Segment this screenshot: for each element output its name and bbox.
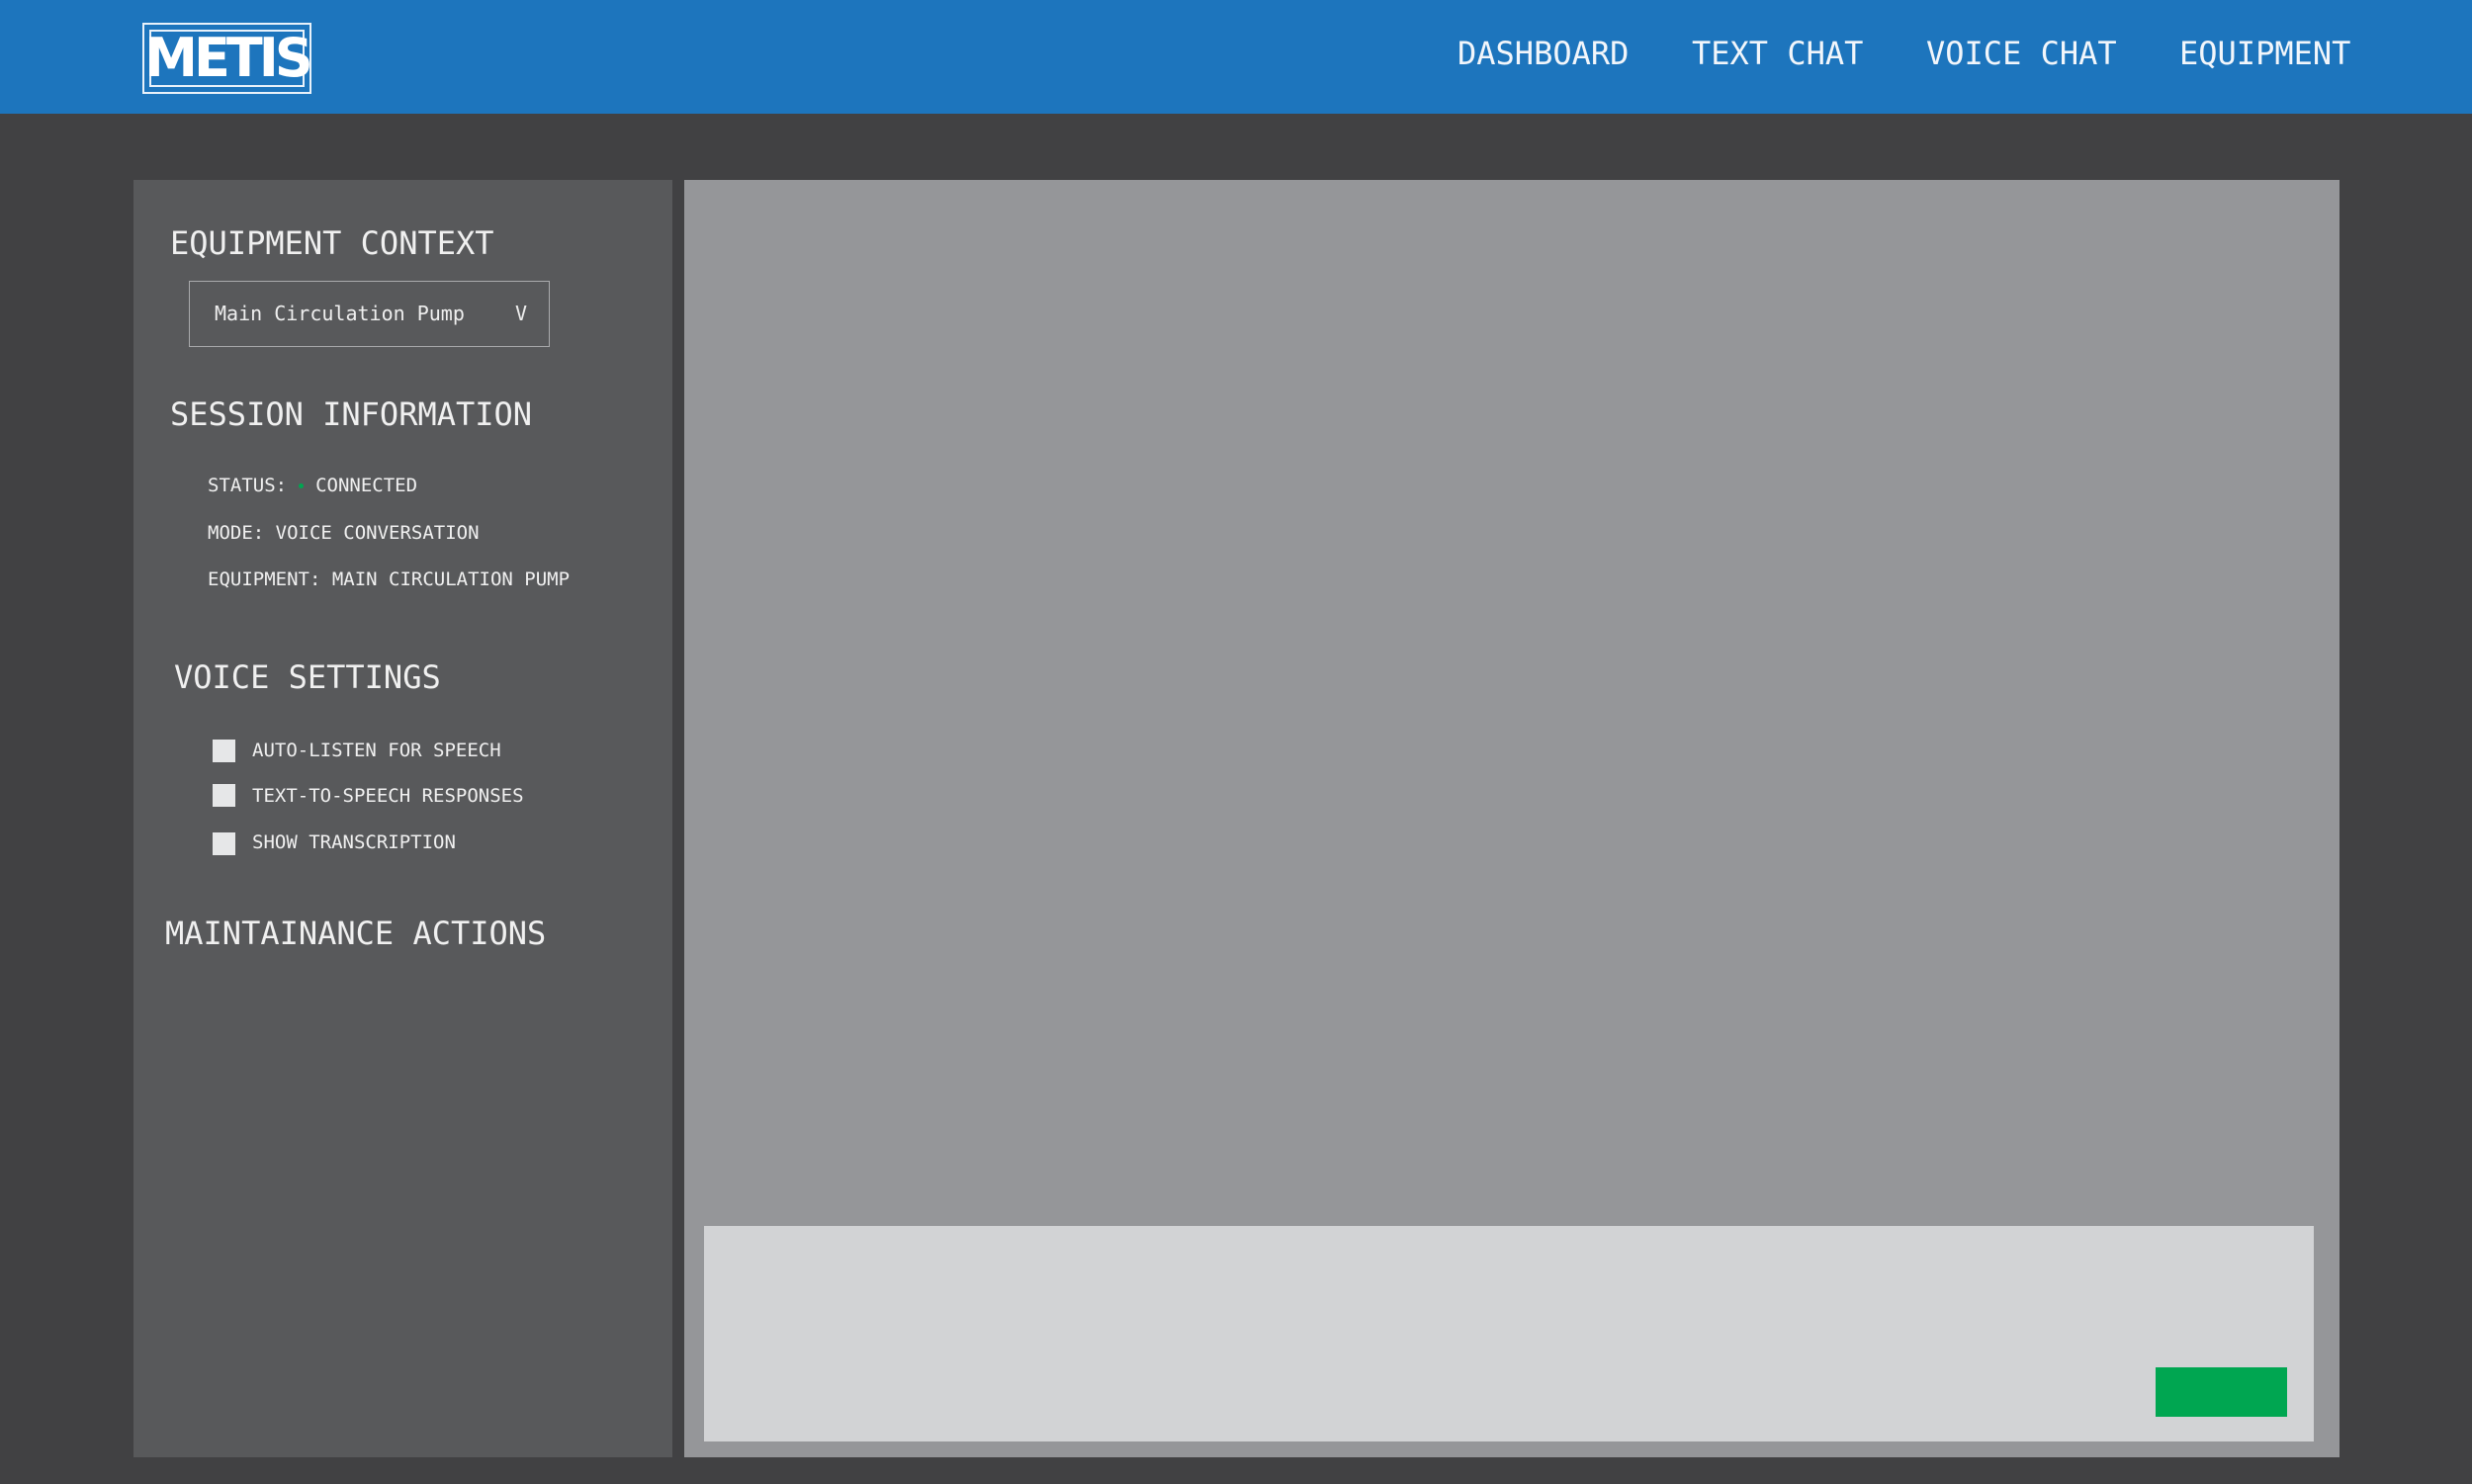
send-button[interactable]	[2156, 1367, 2287, 1417]
equipment-select[interactable]: Main Circulation Pump V	[189, 281, 550, 347]
logo-text: METIS	[144, 27, 312, 89]
metis-logo[interactable]: METIS	[142, 23, 313, 94]
text-to-speech-label: TEXT-TO-SPEECH RESPONSES	[252, 785, 524, 807]
message-input-area[interactable]	[704, 1226, 2314, 1441]
voice-settings-heading: VOICE SETTINGS	[174, 658, 441, 696]
session-status-line: STATUS: CONNECTED	[208, 477, 417, 495]
nav-text-chat[interactable]: TEXT CHAT	[1692, 38, 1863, 69]
top-navigation-bar: METIS DASHBOARD TEXT CHAT VOICE CHAT EQU…	[0, 0, 2472, 114]
status-indicator-icon	[299, 483, 305, 488]
nav-dashboard[interactable]: DASHBOARD	[1457, 38, 1629, 69]
session-information-heading: SESSION INFORMATION	[170, 395, 533, 433]
nav-equipment[interactable]: EQUIPMENT	[2179, 38, 2350, 69]
auto-listen-checkbox[interactable]	[213, 740, 235, 762]
show-transcription-label: SHOW TRANSCRIPTION	[252, 831, 456, 853]
show-transcription-checkbox[interactable]	[213, 832, 235, 855]
status-value: CONNECTED	[315, 475, 418, 496]
text-to-speech-checkbox[interactable]	[213, 784, 235, 807]
equipment-context-heading: EQUIPMENT CONTEXT	[170, 224, 494, 262]
session-mode-line: MODE: VOICE CONVERSATION	[208, 522, 480, 544]
session-equipment-line: EQUIPMENT: MAIN CIRCULATION PUMP	[208, 568, 571, 590]
chevron-down-icon: V	[514, 302, 527, 325]
auto-listen-label: AUTO-LISTEN FOR SPEECH	[252, 740, 501, 761]
sidebar-panel	[133, 180, 672, 1457]
status-label: STATUS:	[208, 475, 288, 496]
nav-voice-chat[interactable]: VOICE CHAT	[1926, 38, 2117, 69]
equipment-select-value: Main Circulation Pump	[215, 302, 465, 325]
maintenance-actions-heading: MAINTAINANCE ACTIONS	[165, 915, 547, 952]
